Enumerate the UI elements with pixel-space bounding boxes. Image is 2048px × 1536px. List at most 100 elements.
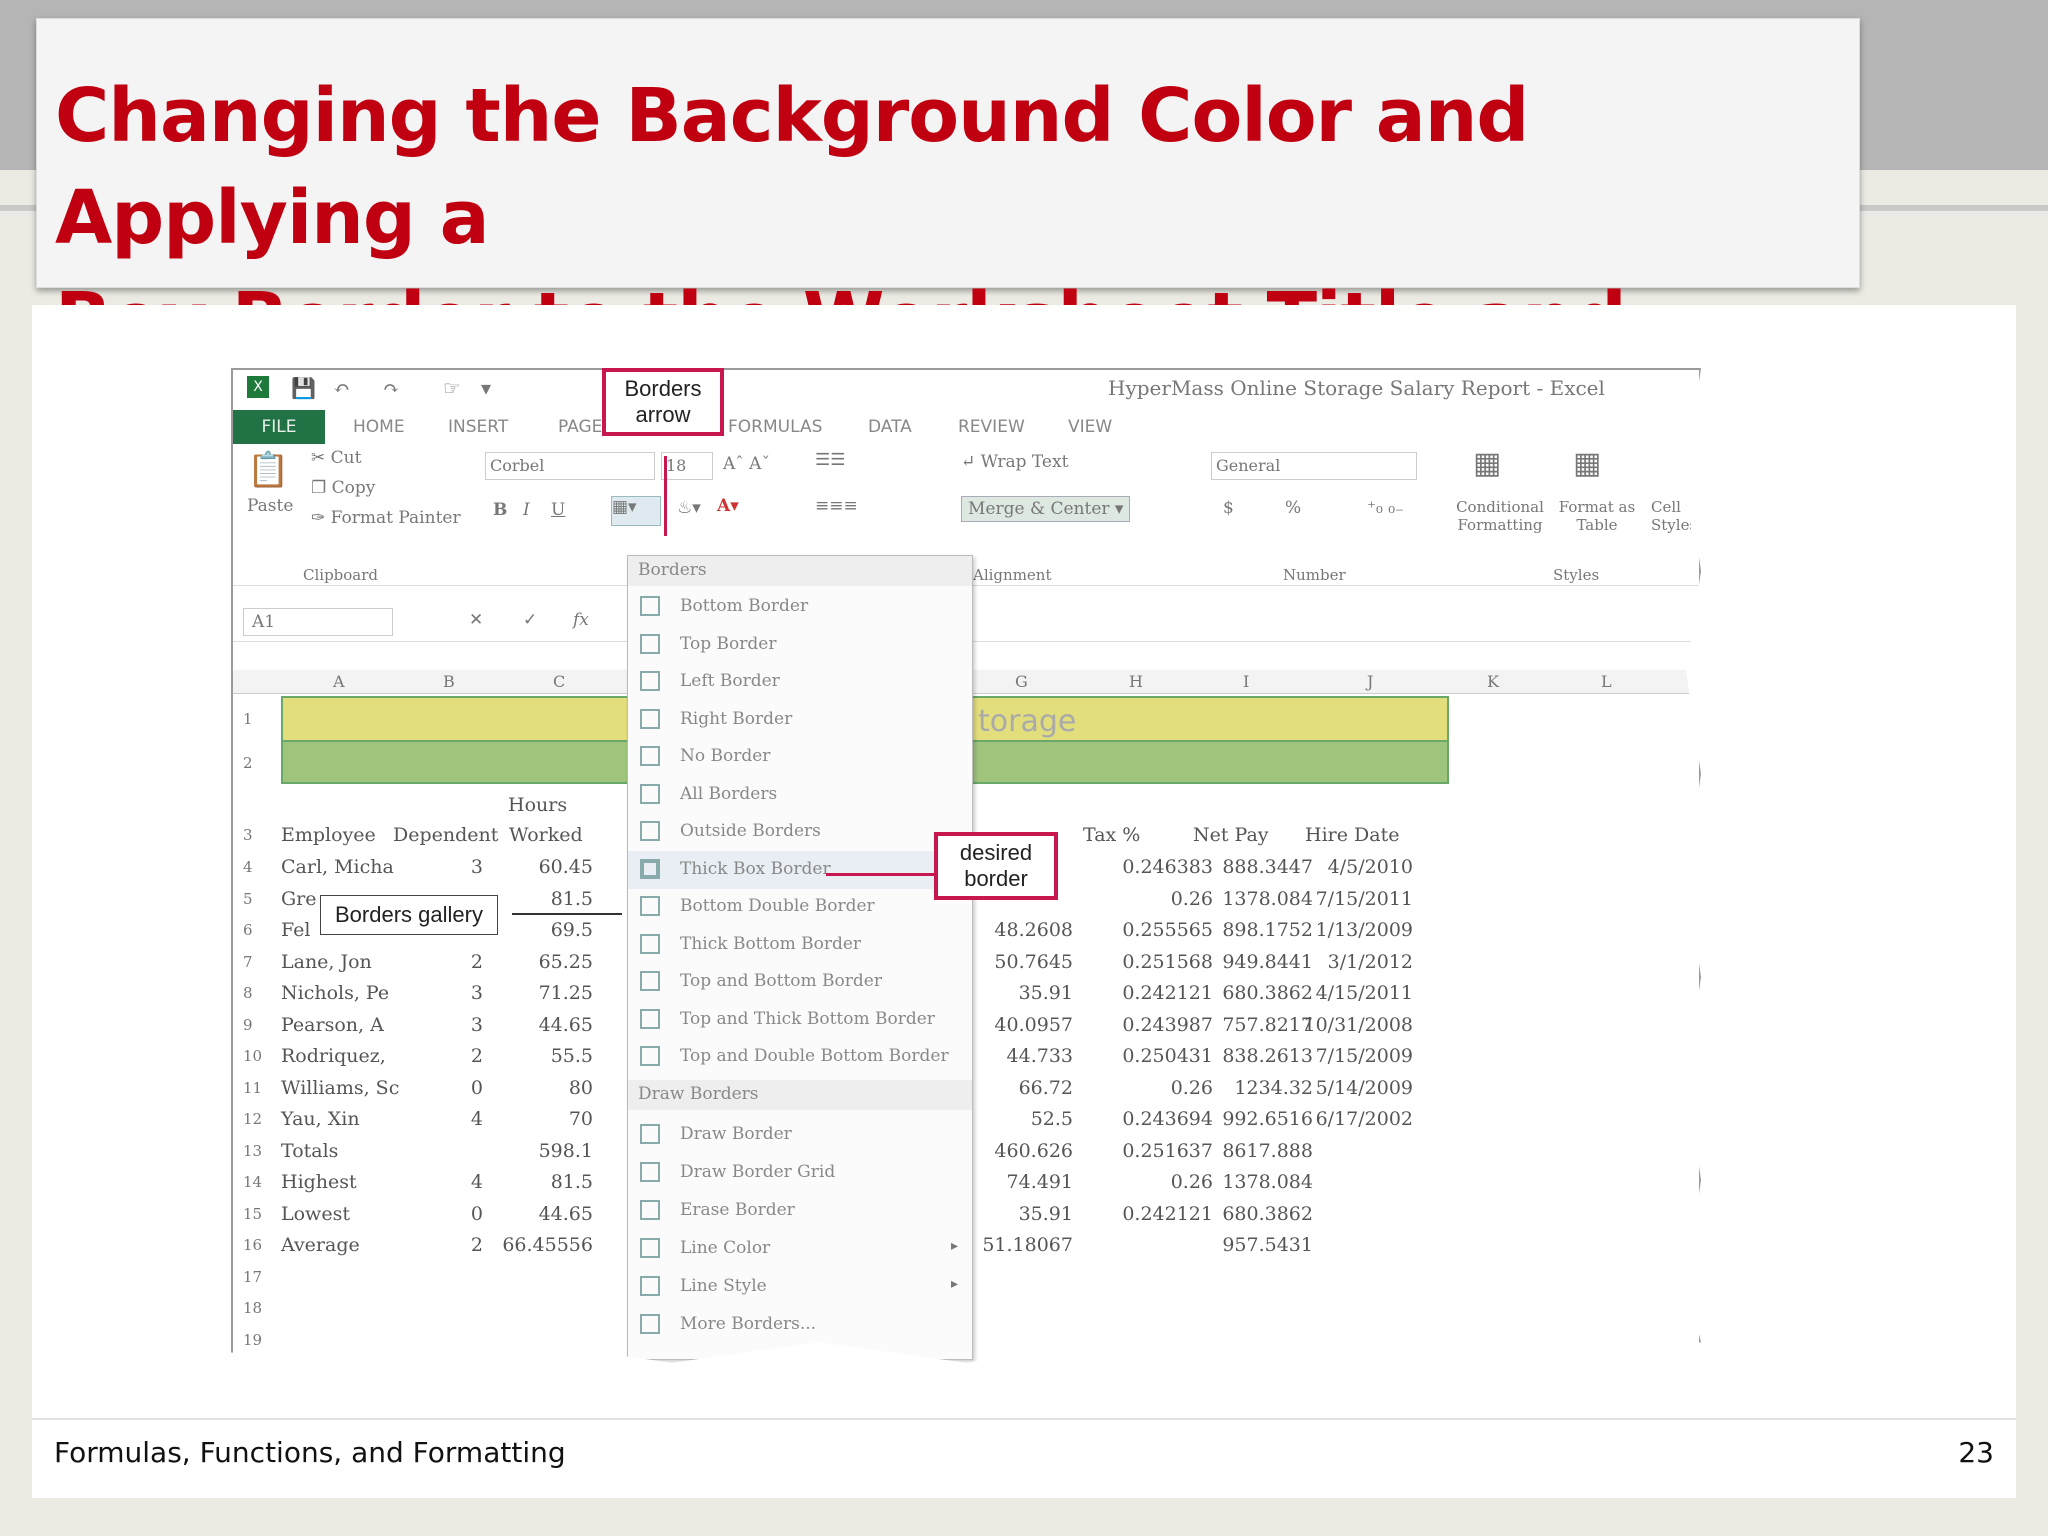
tab-page-layout[interactable]: PAGE <box>558 410 602 444</box>
tab-formulas[interactable]: FORMULAS <box>728 410 822 444</box>
insert-function-icon[interactable]: fx <box>573 610 589 630</box>
cell-hours[interactable]: 55.5 <box>473 1045 593 1067</box>
enter-icon[interactable]: ✓ <box>523 610 537 630</box>
col-header-b[interactable]: B <box>443 672 455 691</box>
cell-tax[interactable]: 0.26 <box>1073 1171 1213 1193</box>
italic-button[interactable]: I <box>523 500 530 520</box>
cell-tax[interactable]: 0.251568 <box>1073 951 1213 973</box>
tab-view[interactable]: VIEW <box>1068 410 1112 444</box>
percent-button[interactable]: % <box>1285 498 1301 518</box>
align-top-icon[interactable]: ☰☰ <box>815 450 845 470</box>
cell-tax[interactable]: 0.243987 <box>1073 1014 1213 1036</box>
cell-hire-date[interactable]: 1/13/2009 <box>1293 919 1413 941</box>
number-format-combo[interactable]: General <box>1211 452 1417 480</box>
currency-button[interactable]: $ <box>1223 498 1234 518</box>
tab-insert[interactable]: INSERT <box>448 410 508 444</box>
cell-net-pay[interactable]: 957.5431 <box>1193 1234 1313 1256</box>
border-option[interactable]: Thick Bottom Border <box>628 926 972 964</box>
cell-employee[interactable]: Williams, Sc <box>281 1077 399 1099</box>
cell-net-pay[interactable]: 1378.084 <box>1193 1171 1313 1193</box>
cell-hire-date[interactable]: 4/5/2010 <box>1293 856 1413 878</box>
conditional-formatting-button[interactable]: Conditional Formatting <box>1445 498 1555 534</box>
col-header-l[interactable]: L <box>1601 672 1612 691</box>
undo-icon[interactable]: ↶ <box>333 376 350 400</box>
tab-review[interactable]: REVIEW <box>958 410 1025 444</box>
cell-tax[interactable]: 0.243694 <box>1073 1108 1213 1130</box>
cell-hours[interactable]: 44.65 <box>473 1203 593 1225</box>
cell-gross[interactable]: 35.91 <box>973 1203 1073 1225</box>
cell-gross[interactable]: 52.5 <box>973 1108 1073 1130</box>
format-painter-button[interactable]: ✑ Format Painter <box>311 508 461 528</box>
cut-button[interactable]: ✂ Cut <box>311 448 361 468</box>
cell-hours[interactable]: 66.45556 <box>473 1234 593 1256</box>
cell-hire-date[interactable]: 4/15/2011 <box>1293 982 1413 1004</box>
fill-color-icon[interactable]: ♨▾ <box>677 498 701 518</box>
border-option[interactable]: Bottom Double Border <box>628 888 972 926</box>
paste-icon[interactable]: 📋 <box>247 450 289 490</box>
cell-employee[interactable]: Nichols, Pe <box>281 982 389 1004</box>
cell-gross[interactable]: 51.18067 <box>973 1234 1073 1256</box>
draw-border-option[interactable]: Erase Border <box>628 1192 972 1230</box>
conditional-formatting-icon[interactable]: ▦ <box>1473 446 1501 481</box>
draw-border-option[interactable]: Draw Border Grid <box>628 1154 972 1192</box>
cell-tax[interactable]: 0.26 <box>1073 1077 1213 1099</box>
cell-hire-date[interactable]: 7/15/2009 <box>1293 1045 1413 1067</box>
cell-employee[interactable]: Gre <box>281 888 317 910</box>
cell-hours[interactable]: 65.25 <box>473 951 593 973</box>
cell-gross[interactable]: 40.0957 <box>973 1014 1073 1036</box>
tab-home[interactable]: HOME <box>353 410 405 444</box>
col-header-i[interactable]: I <box>1243 672 1249 691</box>
cell-styles-button[interactable]: Cell Styles <box>1651 498 1691 534</box>
font-name-combo[interactable]: Corbel <box>485 452 655 480</box>
cell-gross[interactable]: 460.626 <box>973 1140 1073 1162</box>
cell-employee[interactable]: Lane, Jon <box>281 951 372 973</box>
border-option[interactable]: Bottom Border <box>628 588 972 626</box>
cell-hire-date[interactable]: 3/1/2012 <box>1293 951 1413 973</box>
touch-mode-icon[interactable]: ☞ <box>443 376 461 400</box>
cell-hours[interactable]: 81.5 <box>473 1171 593 1193</box>
cell-net-pay[interactable]: 680.3862 <box>1193 1203 1313 1225</box>
customize-qat-icon[interactable]: ▾ <box>481 376 491 400</box>
cell-employee[interactable]: Totals <box>281 1140 338 1162</box>
cell-net-pay[interactable]: 8617.888 <box>1193 1140 1313 1162</box>
cell-gross[interactable]: 48.2608 <box>973 919 1073 941</box>
format-as-table-button[interactable]: Format as Table <box>1555 498 1639 534</box>
cell-hours[interactable]: 60.45 <box>473 856 593 878</box>
border-option[interactable]: Left Border <box>628 663 972 701</box>
cell-employee[interactable]: Carl, Micha <box>281 856 394 878</box>
font-size-combo[interactable]: 18 <box>661 452 713 480</box>
decimal-icon[interactable]: ⁺₀ ₀₋ <box>1367 498 1404 518</box>
cell-employee[interactable]: Rodriquez, <box>281 1045 386 1067</box>
border-option[interactable]: Right Border <box>628 701 972 739</box>
font-color-icon[interactable]: A▾ <box>717 496 739 516</box>
cell-employee[interactable]: Highest <box>281 1171 357 1193</box>
cell-tax[interactable]: 0.246383 <box>1073 856 1213 878</box>
cell-tax[interactable]: 0.255565 <box>1073 919 1213 941</box>
name-box[interactable]: A1 <box>243 608 393 636</box>
cell-employee[interactable]: Lowest <box>281 1203 350 1225</box>
cell-tax[interactable]: 0.242121 <box>1073 1203 1213 1225</box>
copy-button[interactable]: ❐ Copy <box>311 478 375 498</box>
align-left-icon[interactable]: ≡≡≡ <box>815 496 858 516</box>
border-option[interactable]: Top Border <box>628 626 972 664</box>
cell-employee[interactable]: Average <box>281 1234 360 1256</box>
cell-hours[interactable]: 80 <box>473 1077 593 1099</box>
underline-button[interactable]: U <box>551 500 565 520</box>
grow-font-icon[interactable]: Aˆ Aˇ <box>723 454 770 474</box>
cell-tax[interactable]: 0.242121 <box>1073 982 1213 1004</box>
wrap-text-button[interactable]: ↵ Wrap Text <box>961 452 1068 472</box>
cell-gross[interactable]: 35.91 <box>973 982 1073 1004</box>
border-option[interactable]: All Borders <box>628 776 972 814</box>
save-icon[interactable]: 💾 <box>291 376 316 400</box>
cell-tax[interactable]: 0.26 <box>1073 888 1213 910</box>
merge-center-button[interactable]: Merge & Center ▾ <box>961 496 1131 522</box>
draw-border-option[interactable]: Line Style ▸ <box>628 1268 972 1306</box>
border-option[interactable]: Thick Box Border <box>628 850 972 889</box>
borders-button[interactable]: ▦▾ <box>611 496 661 526</box>
cell-gross[interactable]: 50.7645 <box>973 951 1073 973</box>
format-table-icon[interactable]: ▦ <box>1573 446 1601 481</box>
cell-hours[interactable]: 70 <box>473 1108 593 1130</box>
border-option[interactable]: Top and Thick Bottom Border <box>628 1001 972 1039</box>
col-header-h[interactable]: H <box>1129 672 1143 691</box>
cell-hire-date[interactable]: 6/17/2002 <box>1293 1108 1413 1130</box>
